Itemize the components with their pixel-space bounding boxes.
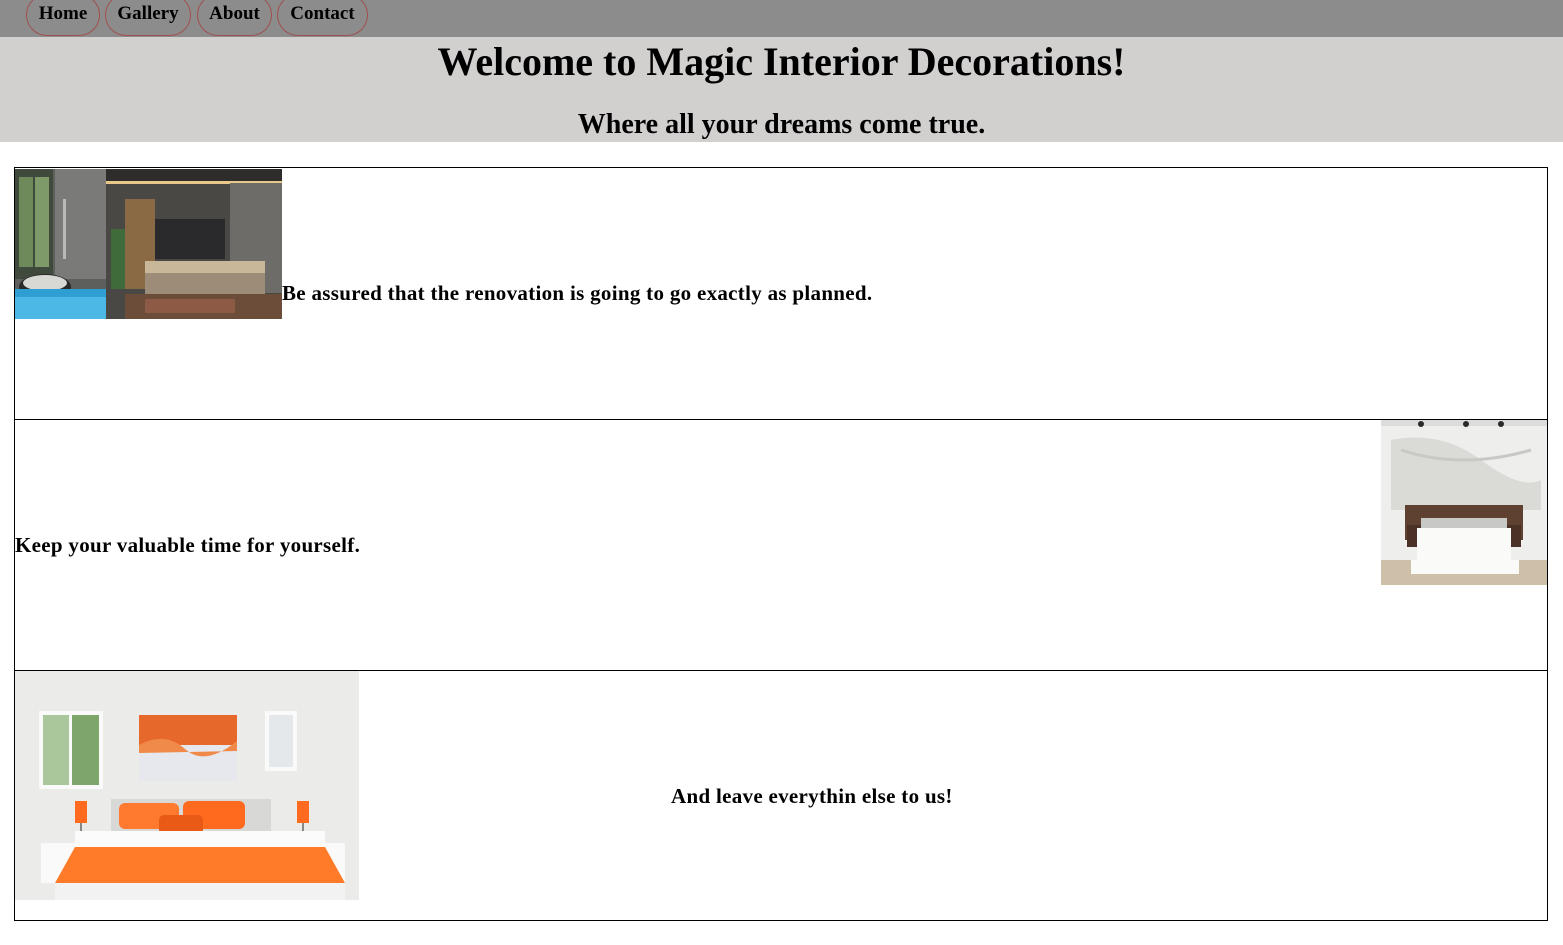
page-subtitle: Where all your dreams come true. <box>577 109 986 140</box>
modern-bedroom-photo <box>15 169 282 319</box>
nav-gallery-link[interactable]: Gallery <box>105 0 191 36</box>
top-navbar: Home Gallery About Contact <box>0 0 1563 37</box>
section-2-text: Keep your valuable time for yourself. <box>15 533 361 557</box>
nav-about-link[interactable]: About <box>197 0 272 36</box>
section-1-text: Be assured that the renovation is going … <box>282 281 873 305</box>
page-header: Welcome to Magic Interior Decorations! W… <box>0 37 1563 142</box>
nav-home-link[interactable]: Home <box>26 0 100 36</box>
section-3-text: And leave everythin else to us! <box>671 784 953 808</box>
feature-section-3: And leave everythin else to us! <box>14 670 1548 921</box>
orange-bedroom-photo <box>15 671 359 900</box>
white-bedroom-photo <box>1381 420 1547 585</box>
feature-section-2: Keep your valuable time for yourself. <box>14 419 1548 671</box>
feature-section-1: Be assured that the renovation is going … <box>14 167 1548 420</box>
nav-contact-link[interactable]: Contact <box>277 0 368 36</box>
page-title: Welcome to Magic Interior Decorations! <box>437 39 1126 84</box>
